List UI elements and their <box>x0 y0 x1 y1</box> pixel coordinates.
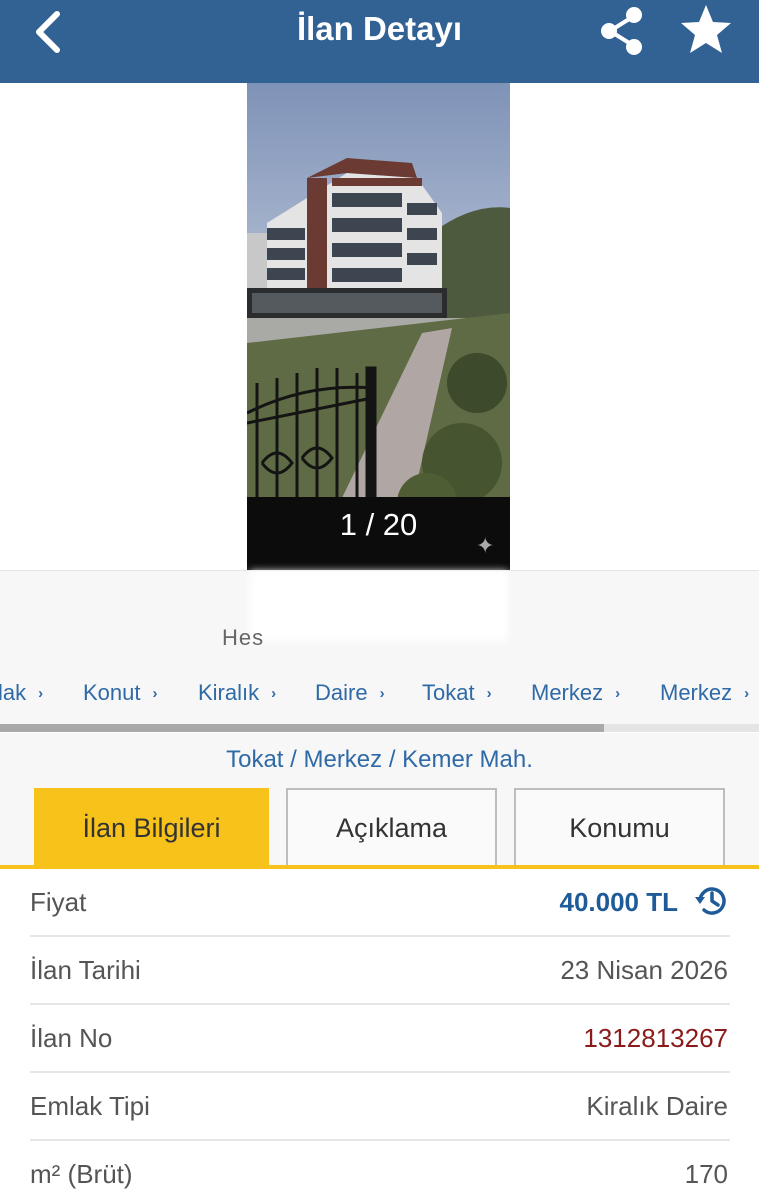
chevron-right-icon: › <box>615 685 621 702</box>
price-value: 40.000 TL <box>559 887 678 917</box>
detail-row-date: İlan Tarihi 23 Nisan 2026 <box>30 937 730 1005</box>
detail-row-listing-no: İlan No 1312813267 <box>30 1005 730 1073</box>
seller-name: Hes <box>222 625 265 650</box>
chevron-right-icon: › <box>271 685 277 702</box>
tab-aciklama[interactable]: Açıklama <box>286 788 497 866</box>
detail-value: 170 <box>684 1159 728 1189</box>
breadcrumb-item[interactable]: Kiralık › <box>198 680 276 706</box>
chevron-right-icon: › <box>486 685 492 702</box>
listing-details: Fiyat 40.000 TL İlan Tarihi 23 Nisan 202… <box>0 869 759 1200</box>
location-link[interactable]: Tokat / Merkez / Kemer Mah. <box>0 746 759 774</box>
photo-gallery: 1 / 20 ✦ <box>0 83 759 570</box>
tab-konumu[interactable]: Konumu <box>514 788 725 866</box>
location-tabs-area: Tokat / Merkez / Kemer Mah. İlan Bilgile… <box>0 733 759 866</box>
detail-row-price: Fiyat 40.000 TL <box>30 869 730 937</box>
tab-label: İlan Bilgileri <box>82 812 221 843</box>
detail-label: İlan No <box>30 1023 113 1053</box>
star-icon <box>681 5 731 53</box>
chevron-right-icon: › <box>379 685 385 702</box>
detail-value: 23 Nisan 2026 <box>560 955 728 985</box>
blurred-area <box>250 571 508 641</box>
tab-label: Açıklama <box>335 812 448 843</box>
detail-label: Fiyat <box>30 887 87 917</box>
detail-label: İlan Tarihi <box>30 955 141 985</box>
chevron-right-icon: › <box>152 685 158 702</box>
favorite-button[interactable] <box>677 1 735 59</box>
share-button[interactable] <box>596 3 648 57</box>
chevron-right-icon: › <box>744 685 750 702</box>
top-app-bar: İlan Detayı <box>0 0 759 83</box>
listing-number-value: 1312813267 <box>583 1023 728 1053</box>
breadcrumb-item[interactable]: Daire › <box>315 680 385 706</box>
detail-row-property-type: Emlak Tipi Kiralık Daire <box>30 1073 730 1141</box>
history-icon <box>695 887 726 915</box>
breadcrumb-item[interactable]: Merkez › <box>660 680 749 706</box>
detail-label: Emlak Tipi <box>30 1091 150 1121</box>
photo-counter: 1 / 20 <box>247 497 510 570</box>
breadcrumb-item[interactable]: lak › <box>0 680 43 706</box>
sparkle-icon: ✦ <box>476 533 495 558</box>
breadcrumb-item[interactable]: Tokat › <box>422 680 492 706</box>
breadcrumb: lak › Konut › Kiralık › Daire › Tokat › Merke… <box>0 665 759 725</box>
price-history-button[interactable] <box>694 883 730 919</box>
breadcrumb-item[interactable]: Konut › <box>83 680 158 706</box>
tab-label: Konumu <box>569 812 670 843</box>
detail-value: Kiralık Daire <box>586 1091 728 1121</box>
breadcrumb-item[interactable]: Merkez › <box>531 680 620 706</box>
chevron-right-icon: › <box>38 685 44 702</box>
tab-ilan-bilgileri[interactable]: İlan Bilgileri <box>34 788 269 866</box>
breadcrumb-scrollbar-thumb[interactable] <box>0 724 604 732</box>
detail-row-area: m² (Brüt) 170 <box>30 1141 730 1200</box>
seller-strip: Hes <box>0 570 759 665</box>
share-icon <box>601 7 642 55</box>
detail-label: m² (Brüt) <box>30 1159 133 1189</box>
